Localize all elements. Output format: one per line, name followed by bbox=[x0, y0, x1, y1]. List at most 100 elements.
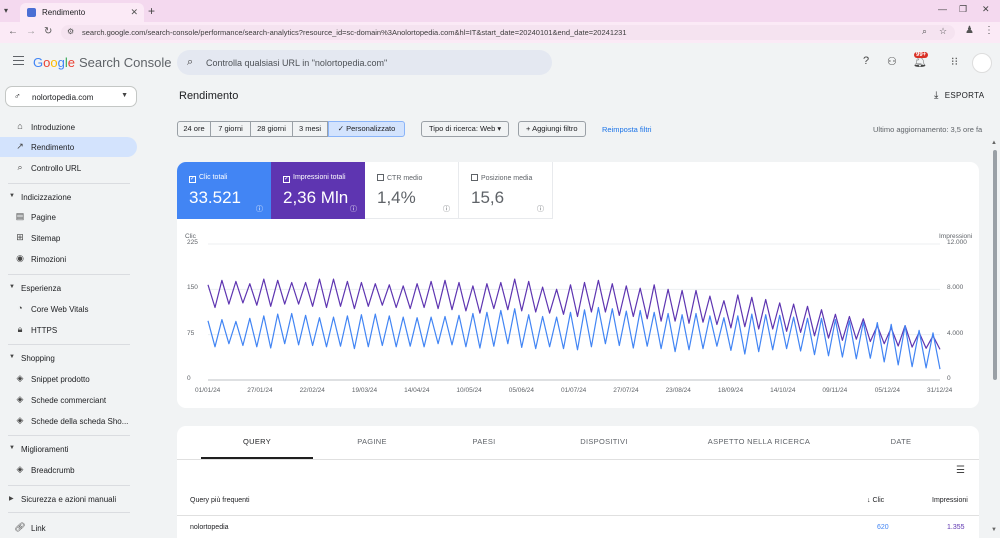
browser-tab-bar: ▾ Rendimento ✕ + — ❐ ✕ bbox=[0, 0, 1000, 22]
back-icon[interactable]: ← bbox=[8, 26, 18, 37]
apps-grid-icon[interactable]: ⁝⁝ bbox=[951, 55, 958, 68]
scroll-up-arrow-icon[interactable]: ▲ bbox=[991, 140, 997, 146]
diamond-layers-icon: ◈ bbox=[16, 464, 24, 474]
sidebar-item-rendimento[interactable]: ↗ Rendimento bbox=[0, 137, 137, 157]
export-button[interactable]: ⤓ ESPORTA bbox=[934, 90, 984, 101]
property-selector[interactable]: ♂ nolortopedia.com ▼ bbox=[5, 86, 137, 107]
search-icon: ⌕ bbox=[17, 162, 23, 172]
caret-down-icon: ▼ bbox=[9, 445, 15, 451]
sidebar-divider bbox=[8, 344, 130, 345]
caret-down-icon: ▼ bbox=[9, 354, 15, 360]
section-indicizzazione[interactable]: ▼ Indicizzazione bbox=[0, 190, 137, 206]
row-impressions: 1.355 bbox=[947, 524, 965, 531]
url-text[interactable]: search.google.com/search-console/perform… bbox=[82, 28, 627, 37]
link-icon: 🔗︎ bbox=[14, 522, 26, 532]
trending-icon: ↗ bbox=[16, 141, 24, 151]
browser-menu-icon[interactable]: ⋮ bbox=[984, 25, 994, 36]
last-update-text: Ultimo aggiornamento: 3,5 ore fa bbox=[873, 125, 983, 134]
sidebar-item-rimozioni[interactable]: ◉ Rimozioni bbox=[0, 249, 137, 269]
reset-filters-link[interactable]: Reimposta filtri bbox=[602, 125, 652, 134]
search-type-filter[interactable]: Tipo di ricerca: Web ▾ bbox=[421, 121, 510, 137]
sidebar-item-schede-della-scheda[interactable]: ◈ Schede della scheda Sho... bbox=[0, 411, 137, 431]
window-close-icon[interactable]: ✕ bbox=[982, 4, 990, 15]
tab-pagine[interactable]: PAGINE bbox=[316, 437, 428, 446]
tab-query[interactable]: QUERY bbox=[201, 437, 313, 446]
profile-icon[interactable]: ♟ bbox=[965, 25, 974, 36]
download-icon: ⤓ bbox=[934, 90, 939, 101]
range-3-mesi[interactable]: 3 mesi bbox=[293, 121, 328, 137]
series-line-clic[interactable] bbox=[207, 306, 941, 370]
search-placeholder: Controlla qualsiasi URL in "nolortopedia… bbox=[206, 58, 388, 68]
url-inspection-search[interactable]: ⌕ Controlla qualsiasi URL in "nolortoped… bbox=[177, 50, 552, 75]
minimize-icon[interactable]: — bbox=[938, 4, 947, 14]
section-shopping[interactable]: ▼ Shopping bbox=[0, 351, 137, 367]
zoom-icon[interactable]: ⌕ bbox=[922, 26, 927, 37]
sidebar-divider bbox=[8, 435, 130, 436]
header-divider bbox=[177, 515, 979, 516]
close-tab-icon[interactable]: ✕ bbox=[130, 7, 138, 18]
range-28-giorni[interactable]: 28 giorni bbox=[251, 121, 293, 137]
sidebar-divider bbox=[8, 512, 130, 513]
range-personalizzato[interactable]: ✓ Personalizzato bbox=[328, 121, 405, 137]
site-info-icon[interactable]: ⚙ bbox=[67, 27, 74, 36]
home-icon: ⌂ bbox=[17, 121, 23, 131]
section-sicurezza[interactable]: ▶ Sicurezza e azioni manuali bbox=[0, 492, 137, 508]
page-scrollbar-thumb[interactable] bbox=[993, 150, 997, 380]
search-icon: ⌕ bbox=[187, 56, 194, 68]
reload-icon[interactable]: ↻ bbox=[44, 26, 52, 37]
sidebar-item-pagine[interactable]: ▤ Pagine bbox=[0, 207, 137, 227]
tab-title: Rendimento bbox=[42, 8, 86, 17]
sidebar-item-schede-commerciant[interactable]: ◈ Schede commerciant bbox=[0, 390, 137, 410]
help-icon[interactable]: ? bbox=[863, 55, 869, 67]
row-query: nolortopedia bbox=[190, 524, 229, 531]
property-name: nolortopedia.com bbox=[32, 93, 94, 102]
section-miglioramenti[interactable]: ▼ Miglioramenti bbox=[0, 442, 137, 458]
tab-paesi[interactable]: PAESI bbox=[428, 437, 540, 446]
caret-right-icon: ▶ bbox=[9, 496, 14, 502]
column-header-impressioni[interactable]: Impressioni bbox=[932, 497, 968, 504]
page-title: Rendimento bbox=[179, 90, 239, 102]
tab-aspetto-nella-ricerca[interactable]: ASPETTO NELLA RICERCA bbox=[689, 437, 829, 446]
sidebar-item-link[interactable]: 🔗︎ Link bbox=[0, 518, 137, 538]
check-icon: ✓ bbox=[337, 124, 347, 133]
diamond-layers-icon: ◈ bbox=[16, 394, 24, 404]
restore-icon[interactable]: ❐ bbox=[959, 4, 967, 15]
sidebar-item-introduzione[interactable]: ⌂ Introduzione bbox=[0, 117, 137, 137]
section-esperienza[interactable]: ▼ Esperienza bbox=[0, 281, 137, 297]
tab-dispositivi[interactable]: DISPOSITIVI bbox=[548, 437, 660, 446]
browser-tab[interactable]: Rendimento ✕ bbox=[20, 3, 144, 22]
app-header: Google Search Console ⌕ Controlla qualsia… bbox=[0, 43, 1000, 81]
menu-icon[interactable] bbox=[13, 56, 24, 65]
tab-date[interactable]: DATE bbox=[845, 437, 957, 446]
diamond-layers-icon: ◈ bbox=[16, 415, 24, 425]
performance-chart-card: ✓ Clic totali 33.521 ⓘ ✓ Impressioni total… bbox=[177, 162, 979, 408]
tab-divider bbox=[177, 459, 979, 460]
sidebar-item-sitemap[interactable]: ⊞ Sitemap bbox=[0, 228, 137, 248]
sidebar-item-https[interactable]: 🔒︎ HTTPS bbox=[0, 320, 137, 340]
column-header-query[interactable]: Query più frequenti bbox=[190, 497, 250, 504]
new-tab-icon[interactable]: + bbox=[148, 4, 155, 18]
sidebar-item-controllo-url[interactable]: ⌕ Controllo URL bbox=[0, 158, 137, 178]
column-header-clic[interactable]: ↓ Clic bbox=[867, 497, 884, 504]
property-icon: ♂ bbox=[14, 91, 21, 101]
search-console-logo[interactable]: Google Search Console bbox=[33, 55, 171, 70]
sidebar-item-snippet-prodotto[interactable]: ◈ Snippet prodotto bbox=[0, 369, 137, 389]
add-filter-button[interactable]: + Aggiungi filtro bbox=[518, 121, 586, 137]
performance-line-chart[interactable] bbox=[177, 162, 979, 408]
tab-list-chevron-icon[interactable]: ▾ bbox=[4, 6, 16, 16]
users-settings-icon[interactable]: ⚇ bbox=[887, 55, 897, 68]
notification-badge: 99+ bbox=[914, 52, 929, 58]
filter-list-icon[interactable]: ☰ bbox=[956, 465, 965, 476]
range-24-ore[interactable]: 24 ore bbox=[177, 121, 211, 137]
sidebar-item-breadcrumb[interactable]: ◈ Breadcrumb bbox=[0, 460, 137, 480]
range-7-giorni[interactable]: 7 giorni bbox=[211, 121, 251, 137]
dimension-table-card: QUERY PAGINE PAESI DISPOSITIVI ASPETTO N… bbox=[177, 426, 979, 538]
scroll-down-arrow-icon[interactable]: ▼ bbox=[991, 527, 997, 533]
bookmark-star-icon[interactable]: ☆ bbox=[939, 26, 947, 37]
omnibox[interactable]: ⚙ search.google.com/search-console/perfo… bbox=[61, 25, 955, 40]
account-avatar[interactable] bbox=[972, 53, 992, 73]
forward-icon[interactable]: → bbox=[26, 26, 36, 37]
speed-icon: ◔ bbox=[17, 303, 23, 313]
lock-icon: 🔒︎ bbox=[17, 324, 23, 334]
sidebar-item-core-web-vitals[interactable]: ◔ Core Web Vitals bbox=[0, 299, 137, 319]
